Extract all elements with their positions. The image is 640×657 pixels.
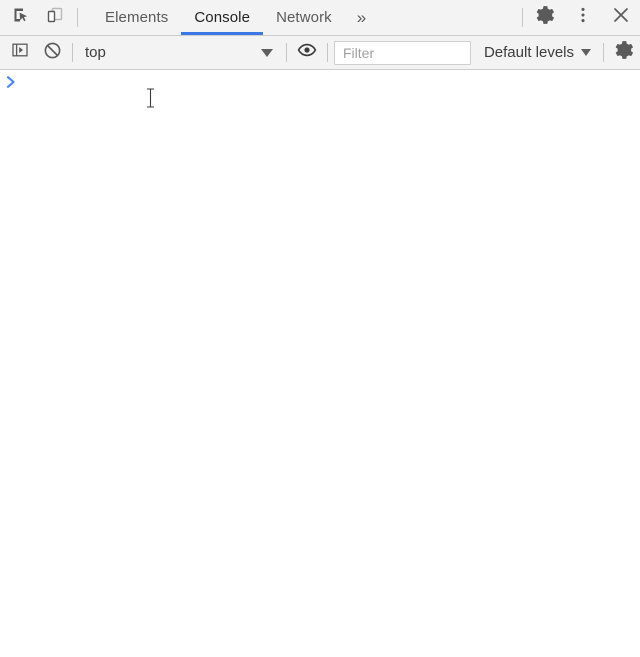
tab-elements-label: Elements	[105, 9, 169, 26]
gear-icon	[614, 40, 634, 65]
close-icon	[611, 5, 631, 30]
tabbar-divider-left	[77, 8, 78, 27]
eye-icon	[297, 40, 317, 65]
tab-elements[interactable]: Elements	[92, 0, 181, 35]
console-toolbar-divider-1	[72, 43, 73, 62]
console-message-view[interactable]	[0, 70, 640, 657]
chevron-down-icon	[261, 48, 273, 57]
console-sidebar-toggle-button[interactable]	[4, 36, 36, 69]
tab-console-label: Console	[194, 9, 251, 26]
log-levels-selector[interactable]: Default levels	[474, 36, 599, 69]
tabbar-right-actions	[519, 0, 640, 35]
gear-icon	[535, 5, 555, 30]
live-expression-button[interactable]	[291, 36, 323, 69]
console-sidebar-toggle-icon	[11, 41, 29, 64]
console-toolbar: top Default levels	[0, 36, 640, 70]
panel-tabs: Elements Console Network »	[92, 0, 376, 35]
devtools-settings-button[interactable]	[526, 0, 564, 35]
javascript-context-value: top	[85, 44, 106, 61]
inspect-element-icon	[12, 6, 30, 29]
console-settings-button[interactable]	[608, 36, 640, 69]
tabbar-spacer	[376, 0, 519, 35]
console-prompt-row[interactable]	[0, 70, 640, 95]
console-toolbar-divider-2	[286, 43, 287, 62]
console-toolbar-divider-4	[603, 43, 604, 62]
device-toolbar-button[interactable]	[38, 0, 72, 35]
filter-input[interactable]	[334, 41, 471, 65]
devtools-window: Elements Console Network » top Filter De…	[0, 0, 640, 657]
tab-network[interactable]: Network	[263, 0, 345, 35]
clear-console-button[interactable]	[36, 36, 68, 69]
close-devtools-button[interactable]	[602, 0, 640, 35]
vertical-dots-icon	[574, 6, 592, 29]
devtools-tabbar: Elements Console Network »	[0, 0, 640, 36]
log-levels-value: Default levels	[483, 44, 574, 61]
chevron-down-icon	[581, 49, 591, 56]
inspect-element-button[interactable]	[4, 0, 38, 35]
prompt-chevron-icon	[0, 75, 22, 89]
more-tabs-button[interactable]: »	[347, 0, 377, 35]
tab-network-label: Network	[276, 9, 332, 26]
more-options-button[interactable]	[564, 0, 602, 35]
console-prompt-input[interactable]	[22, 75, 640, 93]
console-toolbar-divider-3	[327, 43, 328, 62]
chevron-double-right-icon: »	[356, 7, 367, 27]
javascript-context-selector[interactable]: top	[77, 36, 282, 69]
tab-console[interactable]: Console	[181, 0, 263, 35]
tabbar-divider-right	[522, 8, 523, 27]
clear-console-icon	[43, 41, 62, 65]
device-toolbar-icon	[46, 6, 64, 29]
